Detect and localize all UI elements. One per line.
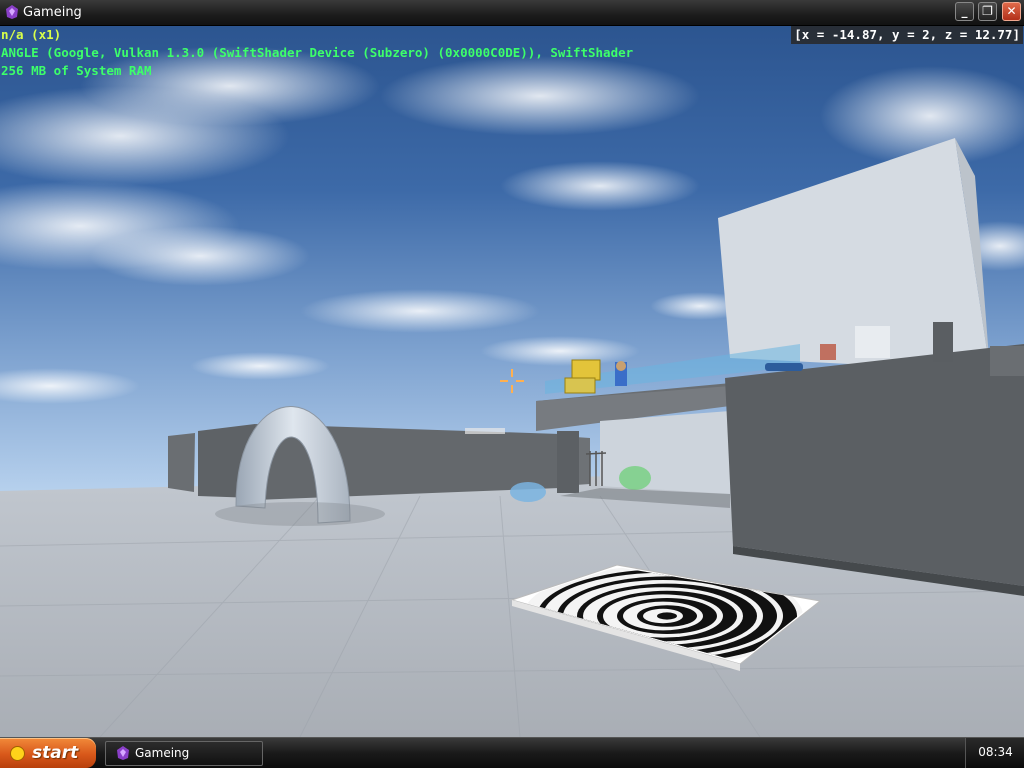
- blue-bowl: [510, 482, 546, 502]
- hud-coordinates: [x = -14.87, y = 2, z = 12.77]: [791, 26, 1023, 44]
- app-icon: [117, 746, 129, 760]
- taskbar-item-gameing[interactable]: Gameing: [105, 741, 263, 766]
- green-blob: [619, 466, 651, 490]
- close-icon: ✕: [1006, 4, 1017, 18]
- maximize-icon: ❐: [982, 4, 993, 18]
- minimize-icon: _: [961, 4, 968, 18]
- crosshair-icon: [500, 369, 524, 393]
- taskbar-item-label: Gameing: [135, 746, 190, 760]
- start-smile-icon: [10, 746, 25, 761]
- window-title: Gameing: [23, 5, 82, 20]
- maximize-button[interactable]: ❐: [978, 2, 997, 21]
- hud-memory: 256 MB of System RAM: [1, 63, 152, 78]
- app-icon: [6, 5, 18, 19]
- clock[interactable]: 08:34: [966, 745, 1024, 759]
- close-button[interactable]: ✕: [1002, 2, 1021, 21]
- hud-renderer: ANGLE (Google, Vulkan 1.3.0 (SwiftShader…: [1, 45, 634, 60]
- title-bar[interactable]: Gameing _ ❐ ✕: [0, 0, 1024, 26]
- concrete-block: [725, 344, 1024, 586]
- yellow-crate: [571, 359, 601, 381]
- system-tray: 08:34: [965, 738, 1024, 768]
- taskbar: start Gameing 08:34: [0, 737, 1024, 768]
- minimize-button[interactable]: _: [955, 2, 974, 21]
- hud-fps: n/a (x1): [1, 27, 62, 42]
- start-label: start: [32, 743, 79, 763]
- game-viewport[interactable]: n/a (x1) ANGLE (Google, Vulkan 1.3.0 (Sw…: [0, 26, 1024, 737]
- start-button[interactable]: start: [0, 738, 96, 768]
